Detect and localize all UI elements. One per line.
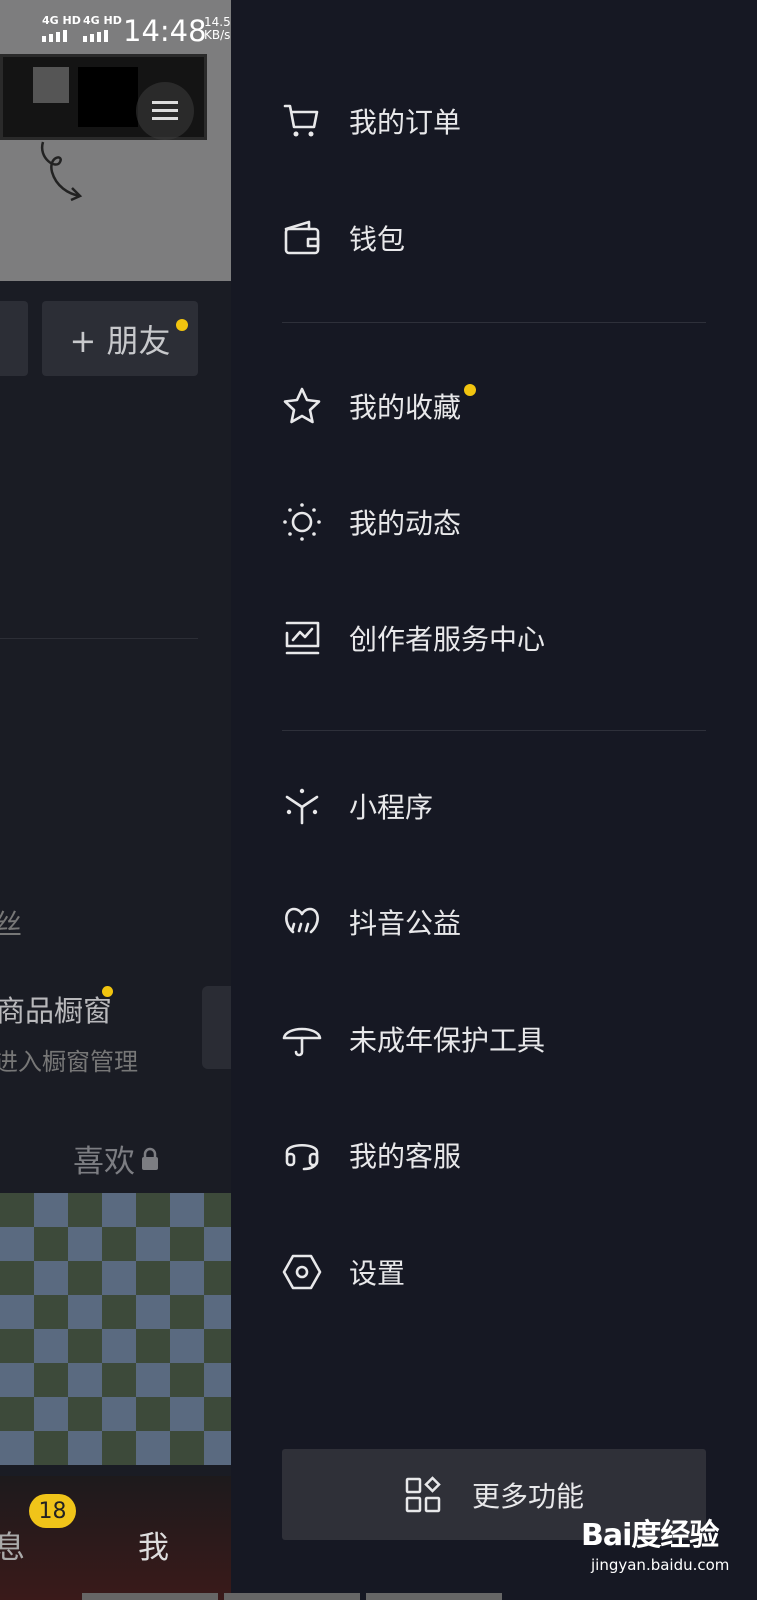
headset-icon (281, 1134, 323, 1176)
tab-likes[interactable]: 喜欢 (73, 1136, 159, 1181)
watermark-logo: Bai度经验 (581, 1518, 719, 1553)
gesture-bar (82, 1593, 502, 1600)
menu-item-label: 钱包 (349, 223, 406, 256)
menu-item-label: 创作者服务中心 (349, 623, 546, 656)
grid-apps-icon (405, 1475, 441, 1512)
menu-button[interactable] (136, 82, 194, 140)
menu-item-wallet[interactable]: 钱包 (281, 203, 701, 273)
menu-item-sun[interactable]: 我的动态 (281, 487, 701, 557)
menu-item-star[interactable]: 我的收藏 (281, 371, 701, 441)
menu-item-cart[interactable]: 我的订单 (281, 86, 701, 156)
sun-icon (281, 501, 323, 543)
lock-icon (142, 1147, 158, 1170)
menu-item-charity-heart[interactable]: 抖音公益 (281, 887, 701, 957)
asterisk-icon (281, 785, 323, 827)
notification-dot (464, 384, 477, 396)
menu-divider (282, 730, 706, 731)
notification-dot (102, 986, 113, 997)
divider (0, 638, 198, 639)
network-speed: 14.5 KB/s (204, 16, 231, 42)
sim2-signal-icon (83, 30, 108, 42)
side-drawer: 我的订单钱包我的收藏我的动态创作者服务中心 小程序抖音公益未成年保护工具 我的客服设… (231, 0, 757, 1600)
star-icon (281, 385, 323, 427)
menu-item-monitor-chart[interactable]: 创作者服务中心 (281, 603, 701, 673)
liked-videos-thumbnail[interactable] (0, 1193, 231, 1476)
wallet-icon (281, 217, 323, 259)
menu-divider (282, 322, 706, 323)
notification-dot (176, 319, 188, 331)
clock: 14:48 (123, 14, 207, 48)
nav-messages[interactable]: 息 (0, 1522, 25, 1567)
fans-label[interactable]: 丝 (0, 903, 22, 943)
more-features-label: 更多功能 (471, 1479, 584, 1513)
menu-item-label: 我的动态 (349, 507, 462, 540)
sim1-label: 4G HD (42, 14, 81, 27)
menu-item-hexagon-settings[interactable]: 设置 (281, 1237, 701, 1307)
menu-item-label: 设置 (349, 1257, 406, 1290)
menu-item-umbrella[interactable]: 未成年保护工具 (281, 1004, 701, 1074)
charity-heart-icon (281, 901, 323, 943)
monitor-chart-icon (281, 617, 323, 659)
menu-item-label: 小程序 (349, 791, 434, 824)
hamburger-icon (152, 101, 178, 120)
nav-me[interactable]: 我 (138, 1522, 169, 1567)
bottom-nav (0, 1476, 231, 1600)
doodle-arrow-icon (40, 141, 83, 202)
cart-icon (281, 100, 323, 142)
menu-item-headset[interactable]: 我的客服 (281, 1120, 701, 1190)
menu-item-asterisk[interactable]: 小程序 (281, 771, 701, 841)
likes-tab-label: 喜欢 (73, 1144, 135, 1180)
menu-item-label: 我的客服 (349, 1140, 462, 1173)
baidu-jingyan-watermark: Bai度经验 jingyan.baidu.com (581, 1510, 751, 1590)
menu-item-label: 抖音公益 (349, 907, 462, 940)
menu-item-label: 未成年保护工具 (349, 1024, 546, 1057)
sim1-signal-icon (42, 30, 67, 42)
hexagon-settings-icon (281, 1251, 323, 1293)
sim2-label: 4G HD (83, 14, 122, 27)
umbrella-icon (281, 1018, 323, 1060)
edit-profile-button[interactable] (0, 301, 28, 376)
add-friend-button[interactable]: + 朋友 (42, 301, 198, 376)
shop-window-subtitle: 进入橱窗管理 (0, 1048, 138, 1076)
menu-item-label: 我的订单 (349, 106, 462, 139)
messages-badge: 18 (29, 1494, 76, 1528)
shop-window-title[interactable]: 商品橱窗 (0, 988, 112, 1030)
add-friend-label: + 朋友 (69, 321, 171, 360)
menu-item-label: 我的收藏 (349, 384, 477, 426)
profile-page-background: + 朋友 丝 商品橱窗 进入橱窗管理 喜欢 息 18 我 (0, 0, 231, 1600)
watermark-url: jingyan.baidu.com (591, 1556, 730, 1574)
shop-window-card[interactable] (202, 986, 231, 1069)
network-speed-unit: KB/s (204, 28, 231, 42)
